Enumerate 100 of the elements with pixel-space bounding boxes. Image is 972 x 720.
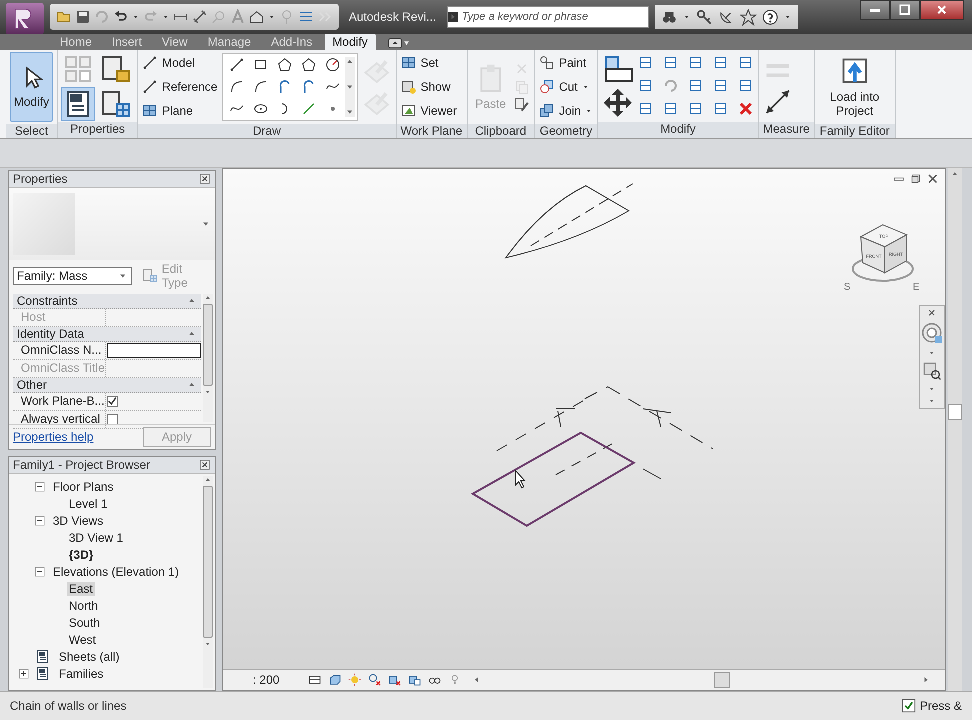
- tree-item[interactable]: 3D Views: [51, 514, 106, 528]
- caret-icon[interactable]: [162, 13, 170, 21]
- crop-view-icon[interactable]: [388, 673, 402, 687]
- circle-icon[interactable]: [324, 57, 341, 73]
- geometry-button[interactable]: Paint: [539, 52, 594, 74]
- collapse-icon[interactable]: [35, 516, 45, 526]
- curved-profile-line[interactable]: [506, 186, 630, 258]
- align-icon[interactable]: [602, 53, 634, 85]
- reference-plane-line[interactable]: [556, 408, 672, 480]
- line-icon[interactable]: [228, 57, 245, 73]
- work-plane-button[interactable]: Viewer: [400, 100, 458, 122]
- checkbox[interactable]: [902, 699, 916, 713]
- reference-plane-line[interactable]: [496, 400, 584, 452]
- reference-plane-line[interactable]: [530, 184, 634, 246]
- properties-palette-icon[interactable]: [62, 88, 94, 120]
- scroll-thumb[interactable]: [948, 404, 962, 420]
- star-icon[interactable]: [740, 8, 757, 26]
- properties-help-link[interactable]: Properties help: [13, 430, 94, 444]
- modify-tool-icon[interactable]: [638, 55, 654, 71]
- scroll-up-icon[interactable]: [204, 294, 212, 302]
- tree-item[interactable]: Families: [57, 666, 106, 680]
- shadows-icon[interactable]: [368, 673, 382, 687]
- ribbon-tab[interactable]: Modify: [324, 34, 376, 50]
- caret-icon[interactable]: [268, 13, 276, 21]
- modify-tool-icon[interactable]: [688, 55, 704, 71]
- detail-level-icon[interactable]: [308, 673, 322, 687]
- sun-icon[interactable]: [348, 673, 362, 687]
- modify-tool-icon[interactable]: [738, 78, 754, 94]
- reference-plane-line[interactable]: [556, 444, 613, 476]
- caret-icon[interactable]: [132, 13, 140, 21]
- property-value-field[interactable]: [107, 343, 201, 358]
- minimize-button[interactable]: [860, 0, 890, 20]
- scrollbar[interactable]: [203, 476, 213, 688]
- modify-tool-icon[interactable]: [638, 101, 654, 117]
- scrollbar[interactable]: [203, 294, 213, 422]
- polygon-icon[interactable]: [300, 57, 317, 73]
- tree-item[interactable]: Level 1: [67, 496, 110, 510]
- scroll-down-icon[interactable]: [204, 640, 212, 648]
- save-icon[interactable]: [75, 9, 91, 25]
- tree-item[interactable]: North: [67, 598, 100, 612]
- modify-tool-icon[interactable]: [688, 78, 704, 94]
- close-icon[interactable]: [928, 309, 936, 317]
- work-plane-button[interactable]: Set: [400, 52, 458, 74]
- close-icon[interactable]: [199, 459, 211, 471]
- key-icon[interactable]: [696, 8, 713, 26]
- caret-icon[interactable]: [784, 13, 792, 21]
- modify-tool-icon[interactable]: [663, 55, 680, 71]
- work-plane-button[interactable]: Show: [400, 76, 458, 98]
- search-field[interactable]: Type a keyword or phrase: [447, 6, 649, 28]
- scrollbar[interactable]: [948, 168, 962, 691]
- tree-item[interactable]: Floor Plans: [51, 480, 116, 494]
- press-drag-toggle[interactable]: Press &: [902, 699, 962, 713]
- draw-mode-button[interactable]: Reference: [142, 76, 218, 98]
- rectangle-sketch[interactable]: [471, 432, 636, 528]
- pentagon-icon[interactable]: [276, 57, 293, 73]
- move-icon[interactable]: [602, 87, 634, 119]
- help-icon[interactable]: [762, 8, 779, 26]
- zoom-icon[interactable]: [922, 361, 942, 381]
- collapse-icon[interactable]: [35, 566, 45, 576]
- caret-icon[interactable]: [683, 13, 691, 21]
- geometry-button[interactable]: Cut: [539, 76, 594, 98]
- close-button[interactable]: [920, 0, 964, 20]
- modify-button[interactable]: Modify: [10, 52, 54, 122]
- modify-tool-icon[interactable]: [738, 55, 754, 71]
- delete-icon[interactable]: [738, 101, 754, 117]
- scroll-up-icon[interactable]: [951, 170, 959, 178]
- maximize-button[interactable]: [890, 0, 920, 20]
- visual-style-icon[interactable]: [328, 673, 342, 687]
- scroll-thumb[interactable]: [714, 672, 730, 688]
- scroll-thumb[interactable]: [203, 304, 213, 386]
- type-selector-dropdown[interactable]: Family: Mass: [13, 267, 132, 285]
- house-icon[interactable]: [249, 9, 265, 25]
- modify-tool-icon[interactable]: [713, 78, 730, 94]
- draw-mode-button[interactable]: Model: [142, 52, 218, 74]
- tree-item[interactable]: West: [67, 632, 98, 646]
- tree-item[interactable]: Elevations (Elevation 1): [51, 564, 182, 578]
- collapse-icon[interactable]: [35, 482, 45, 492]
- show-crop-icon[interactable]: [408, 673, 422, 687]
- draw-mode-button[interactable]: Plane: [142, 100, 218, 122]
- checkbox[interactable]: [107, 414, 118, 425]
- restore-view-icon[interactable]: [910, 173, 922, 185]
- tree-item[interactable]: Sheets (all): [57, 650, 122, 664]
- steering-wheel-icon[interactable]: [920, 321, 944, 345]
- scroll-up-icon[interactable]: [204, 476, 212, 484]
- load-into-project-button[interactable]: Load into Project: [818, 52, 891, 122]
- arc-icon[interactable]: [252, 79, 269, 95]
- modify-tool-icon[interactable]: [713, 55, 730, 71]
- modify-tool-icon[interactable]: [663, 101, 680, 117]
- dimension-icon[interactable]: [192, 9, 208, 25]
- arc-icon[interactable]: [228, 79, 245, 95]
- match-type-icon[interactable]: [514, 97, 530, 113]
- modify-tool-icon[interactable]: [688, 101, 704, 117]
- tree-item[interactable]: East: [67, 582, 96, 596]
- application-menu-button[interactable]: [6, 3, 44, 35]
- tree-item[interactable]: 3D View 1: [67, 530, 126, 544]
- modify-tool-icon[interactable]: [638, 78, 654, 94]
- view-scale[interactable]: : 200: [253, 673, 280, 687]
- scroll-thumb[interactable]: [203, 486, 213, 638]
- close-icon[interactable]: [199, 173, 211, 185]
- geometry-button[interactable]: Join: [539, 100, 594, 122]
